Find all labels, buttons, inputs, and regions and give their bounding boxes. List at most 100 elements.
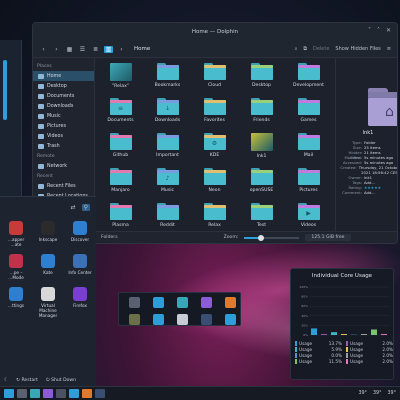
places-item-documents[interactable]: Documents [33,91,94,101]
hamburger-menu-icon[interactable]: ≡ [387,46,391,52]
core-usage-bar [321,334,327,335]
places-item-downloads[interactable]: Downloads [33,101,94,111]
places-item-music[interactable]: Music [33,111,94,121]
file-item[interactable]: ♪ Music [144,165,191,200]
launcher-app[interactable]: …apper …ate [0,221,32,254]
zoom-slider[interactable] [244,234,300,241]
maximize-button[interactable]: ˄ [377,27,380,34]
folder-icon [297,63,320,80]
file-item[interactable]: Github [97,130,144,165]
places-item-home[interactable]: Home [33,71,94,81]
file-item[interactable]: openSUSE [238,165,285,200]
places-item-recent-files[interactable]: Recent Files [33,181,94,191]
close-button[interactable]: ✕ [386,27,391,34]
file-item[interactable]: Desktop [238,60,285,95]
legend-value: 2.0% [382,346,393,352]
file-item[interactable]: Mail [285,130,332,165]
details-view-icon[interactable]: ≣ [91,46,100,53]
pin-icon[interactable]: ⚲ [81,203,90,211]
legend-swatch [295,358,297,364]
file-item[interactable]: Favorites [191,95,238,130]
file-item[interactable]: Friends [238,95,285,130]
launcher-app[interactable]: Discover [64,221,96,254]
file-item[interactable]: ⚙ KDE [191,130,238,165]
task-manager-icon[interactable] [17,389,27,398]
restart-button[interactable]: ↻ Restart [16,378,38,383]
compact-view-icon[interactable]: ☰ [78,46,87,53]
breadcrumb[interactable]: Home [134,46,150,52]
discover-icon[interactable] [152,314,164,325]
file-item[interactable]: Important [144,130,191,165]
icons-view-icon[interactable]: ▦ [65,46,74,53]
legend-item: Usage 2.0% [346,358,393,364]
launcher-header: ⇄ ⚲ [0,197,96,217]
app-menu-icon[interactable] [4,389,14,398]
file-item[interactable]: Plasma [97,200,144,235]
firefox-icon[interactable] [200,297,212,308]
zoom-label: Zoom: [223,235,239,240]
folder-icon [38,143,44,149]
terminal-task-icon[interactable] [56,389,66,398]
file-item[interactable]: Manjaro [97,165,144,200]
file-item[interactable]: "Relax" [97,60,144,95]
file-item[interactable]: Cloud [191,60,238,95]
folder-icon [38,73,44,79]
file-item[interactable]: ▶ Videos [285,200,332,235]
launcher-app[interactable]: Kate [32,254,64,287]
firefox-icon [73,287,87,301]
back-icon[interactable]: ‹ [39,46,48,53]
copy-icon[interactable]: ⧉ [303,46,307,52]
file-name: Desktop [252,83,271,88]
file-name: Videos [300,223,317,228]
legend-swatch [346,352,348,358]
minimize-button[interactable]: ˅ [368,27,371,34]
file-item[interactable]: ≡ Documents [97,95,144,130]
delete-button[interactable]: Delete [313,46,329,52]
file-item[interactable]: Games [285,95,332,130]
launcher-app[interactable]: …ttings [0,287,32,320]
discover-task-icon[interactable] [69,389,79,398]
forward-icon[interactable]: › [52,46,61,53]
file-item[interactable]: Reddit [144,200,191,235]
dolphin-task-icon[interactable] [30,389,40,398]
launcher-app[interactable]: Virtual Machine Manager [32,287,64,320]
info-value[interactable]: Add... [364,190,375,195]
store-task-icon[interactable] [82,389,92,398]
places-item-desktop[interactable]: Desktop [33,81,94,91]
launcher-app[interactable]: …pe – …Mode [0,254,32,287]
show-hidden-files-button[interactable]: Show Hidden Files [335,46,380,52]
display-icon[interactable] [200,314,212,325]
file-item[interactable]: Development [285,60,332,95]
file-item[interactable]: Neon [191,165,238,200]
file-item[interactable]: lnk1 [238,130,285,165]
places-item-videos[interactable]: Videos [33,131,94,141]
filter-icon[interactable]: ⇄ [71,204,76,211]
settings-task-icon[interactable] [95,389,105,398]
settings-icon[interactable] [152,297,164,308]
inkscape-icon[interactable] [176,314,188,325]
legend-label: Usage [299,352,313,358]
file-item[interactable]: Bookmarks [144,60,191,95]
folder-icon[interactable] [176,297,188,308]
launcher-app[interactable]: Firefox [64,287,96,320]
places-item-network[interactable]: Network [33,161,94,171]
places-item-pictures[interactable]: Pictures [33,121,94,131]
shutdown-button[interactable]: ⏻ Shut Down [46,377,76,383]
file-item[interactable]: Pictures [285,165,332,200]
window-icon[interactable] [224,314,236,325]
firefox-task-icon[interactable] [43,389,53,398]
split-view-icon[interactable]: ▥ [104,45,113,53]
terminal-icon[interactable] [128,297,140,308]
sleep-icon[interactable]: ☾ [4,378,8,383]
title-bar[interactable]: Home — Dolphin ˅ ˄ ✕ [33,23,397,41]
search-icon[interactable]: ⌕ [295,46,298,52]
toolbar-right: ⌕ ⧉ Delete Show Hidden Files ≡ [295,46,391,52]
store-icon[interactable] [224,297,236,308]
launcher-app[interactable]: Inkscape [32,221,64,254]
file-item[interactable]: Relax [191,200,238,235]
launcher-app[interactable]: Info Center [64,254,96,287]
file-item[interactable]: Test [238,200,285,235]
app-icon[interactable] [128,314,140,325]
places-item-trash[interactable]: Trash [33,141,94,151]
file-item[interactable]: ↓ Downloads [144,95,191,130]
